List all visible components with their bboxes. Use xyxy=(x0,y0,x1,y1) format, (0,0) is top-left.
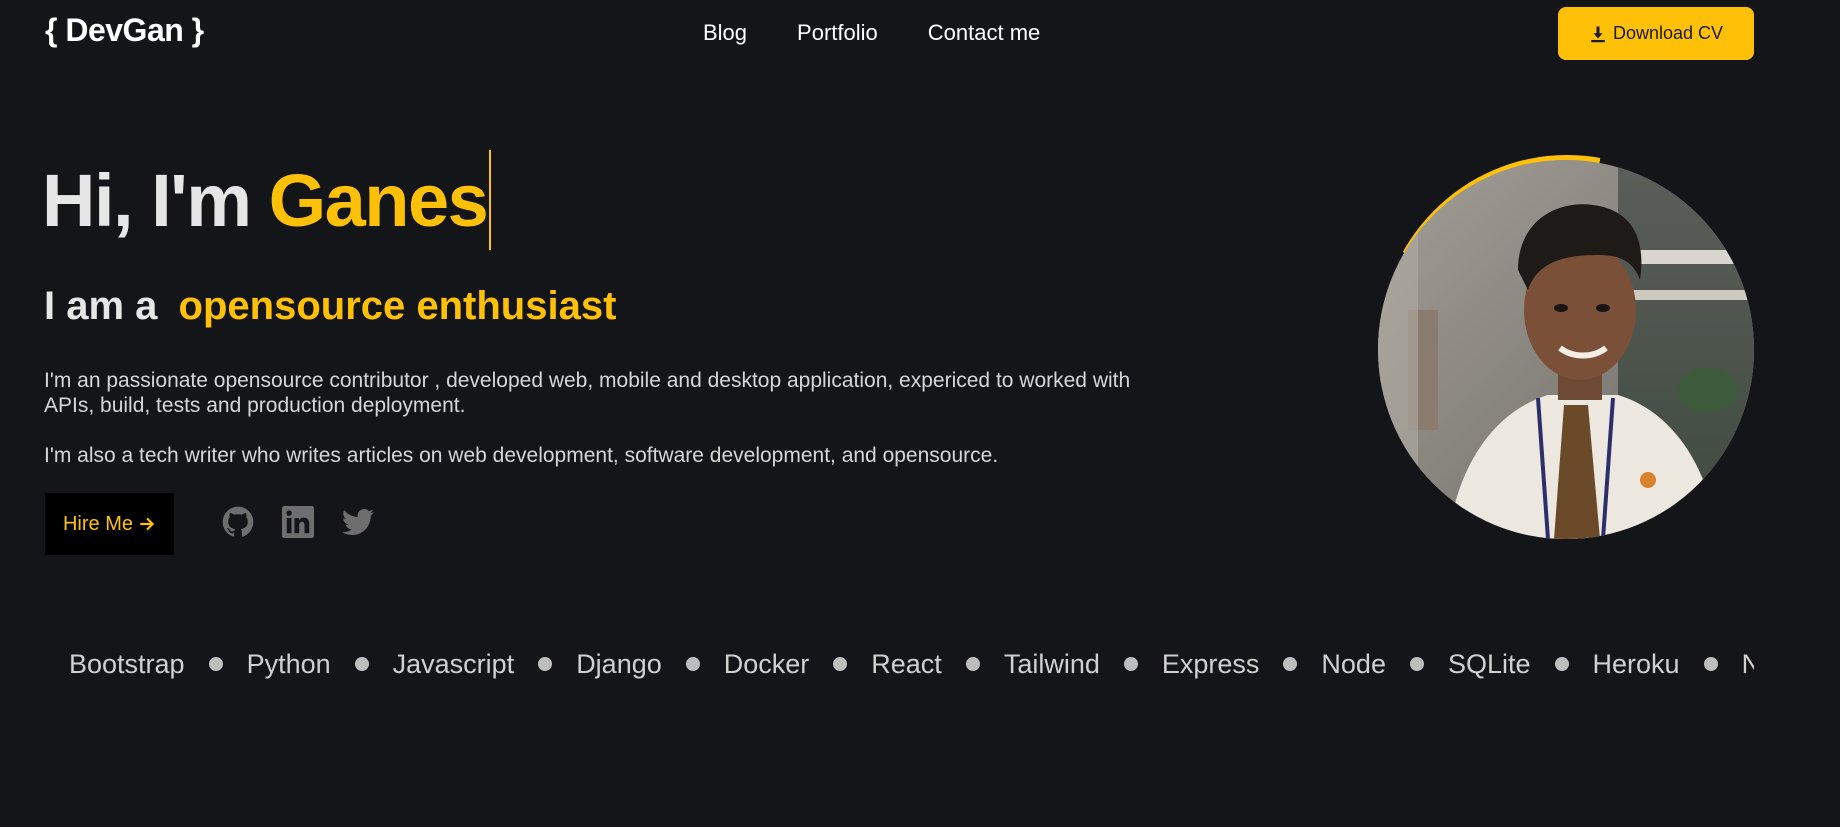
hero-greeting: Hi, I'm xyxy=(42,158,252,242)
skill-separator-dot xyxy=(1409,657,1424,671)
skill-item: Tailwind xyxy=(1003,649,1100,679)
skill-separator-dot xyxy=(1703,657,1718,671)
skill-separator-dot xyxy=(833,657,848,671)
skill-item: SQLite xyxy=(1447,649,1531,679)
skill-item: Netlify xyxy=(1741,649,1754,679)
twitter-icon[interactable] xyxy=(342,506,374,538)
social-links xyxy=(222,506,374,538)
nav-link-blog[interactable]: Blog xyxy=(703,20,747,46)
skill-separator-dot xyxy=(354,657,369,671)
skill-separator-dot xyxy=(208,657,223,671)
hero-name-typed: Ganes xyxy=(268,158,489,242)
intro-paragraph: I'm an passionate opensource contributor… xyxy=(44,369,1131,417)
role-text: opensource enthusiast xyxy=(178,284,617,328)
nav-links: Blog Portfolio Contact me xyxy=(703,20,1040,46)
skill-item: Node xyxy=(1321,649,1386,679)
arrow-right-icon xyxy=(140,517,155,531)
skill-item: Python xyxy=(246,649,331,679)
download-icon xyxy=(1591,26,1605,42)
skill-separator-dot xyxy=(965,657,980,671)
hire-me-label: Hire Me xyxy=(62,512,133,535)
typing-caret xyxy=(489,150,492,250)
hero-subtitle: I am a opensource enthusiast xyxy=(44,284,616,329)
skill-item: Docker xyxy=(723,649,810,679)
hero-heading: Hi, I'm Ganes xyxy=(42,150,492,250)
site-logo[interactable]: { DevGan } xyxy=(45,12,204,49)
skills-track: Bootstrap Python Javascript Django Docker Rea… xyxy=(45,646,1754,682)
skill-separator-dot xyxy=(685,657,700,671)
skill-item: Express xyxy=(1161,649,1260,679)
skill-item: Bootstrap xyxy=(69,649,185,679)
skill-separator-dot xyxy=(1123,657,1138,671)
github-icon[interactable] xyxy=(222,506,254,538)
skill-separator-dot xyxy=(538,657,553,671)
profile-photo xyxy=(1378,160,1754,539)
writer-paragraph: I'm also a tech writer who writes articl… xyxy=(44,444,999,467)
skill-item: React xyxy=(871,649,942,679)
download-cv-button[interactable]: Download CV xyxy=(1558,7,1754,60)
skill-item: Heroku xyxy=(1592,649,1680,679)
skill-separator-dot xyxy=(1554,657,1569,671)
linkedin-icon[interactable] xyxy=(282,506,314,538)
skill-item: Javascript xyxy=(392,649,515,679)
download-cv-label: Download CV xyxy=(1612,23,1724,43)
hire-me-button[interactable]: Hire Me xyxy=(45,493,174,555)
top-navbar: { DevGan } Blog Portfolio Contact me Dow… xyxy=(0,0,1840,66)
profile-photo-frame xyxy=(1378,155,1756,539)
skill-separator-dot xyxy=(1283,657,1298,671)
nav-link-portfolio[interactable]: Portfolio xyxy=(797,20,878,46)
nav-link-contact[interactable]: Contact me xyxy=(928,20,1041,46)
role-prefix: I am a xyxy=(44,284,158,328)
skill-item: Django xyxy=(576,649,662,679)
skills-marquee: Bootstrap Python Javascript Django Docker Rea… xyxy=(45,646,1754,682)
